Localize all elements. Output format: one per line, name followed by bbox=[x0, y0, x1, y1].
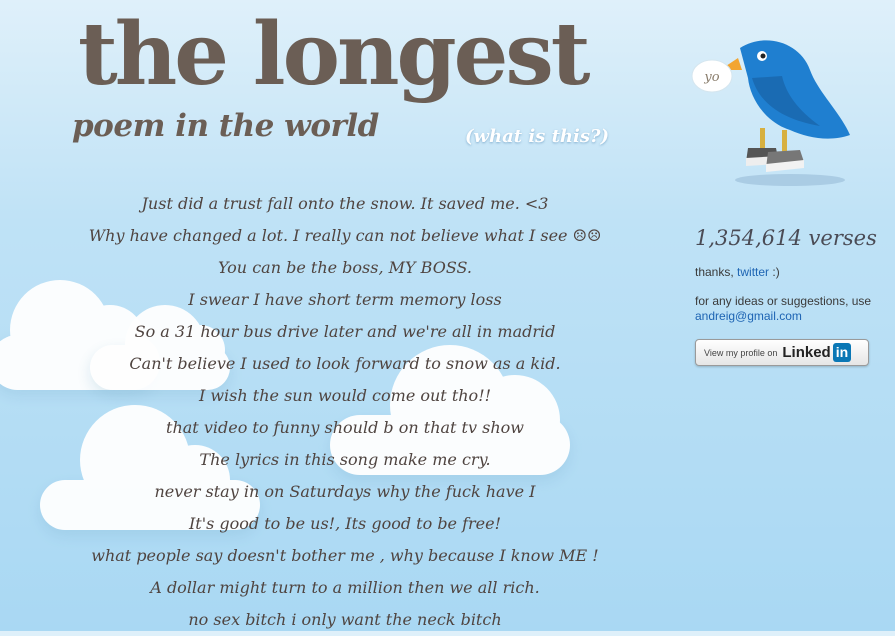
thanks-prefix: thanks, bbox=[695, 265, 734, 279]
verse-count: 1,354,614 verses bbox=[695, 226, 877, 250]
poem-verse: Just did a trust fall onto the snow. It … bbox=[141, 194, 549, 213]
poem-verse: It's good to be us!, Its good to be free… bbox=[188, 514, 502, 533]
poem-verse-list: Just did a trust fall onto the snow. It … bbox=[0, 188, 690, 636]
poem-verse: Why have changed a lot. I really can not… bbox=[88, 226, 602, 245]
poem-verse: You can be the boss, MY BOSS. bbox=[218, 258, 472, 277]
thanks-suffix: :) bbox=[772, 265, 780, 279]
contact-note: for any ideas or suggestions, use andrei… bbox=[695, 294, 880, 324]
poem-verse: So a 31 hour bus drive later and we're a… bbox=[134, 322, 556, 341]
poem-verse: no sex bitch i only want the neck bitch bbox=[188, 610, 502, 629]
twitter-bird-icon: yo bbox=[691, 40, 850, 186]
linkedin-logo-icon: Linked bbox=[782, 344, 831, 361]
poem-verse: A dollar might turn to a million then we… bbox=[150, 578, 540, 597]
poem-verse: that video to funny should b on that tv … bbox=[166, 418, 524, 437]
page-title: the longest bbox=[78, 4, 590, 105]
poem-verse: I wish the sun would come out tho!! bbox=[198, 386, 492, 405]
poem-verse: I swear I have short term memory loss bbox=[188, 290, 502, 309]
bird-speech-text: yo bbox=[703, 70, 719, 85]
linkedin-in-badge: in bbox=[832, 343, 852, 362]
poem-verse: Can't believe I used to look forward to … bbox=[129, 354, 561, 373]
poem-verse: what people say doesn't bother me , why … bbox=[91, 546, 599, 565]
poem-verse: never stay in on Saturdays why the fuck … bbox=[154, 482, 536, 501]
email-link[interactable]: andreig@gmail.com bbox=[695, 309, 802, 323]
poem-verse: The lyrics in this song make me cry. bbox=[199, 450, 491, 469]
thanks-line: thanks, twitter :) bbox=[695, 265, 780, 279]
ideas-text: for any ideas or suggestions, use bbox=[695, 294, 872, 308]
linkedin-small-text: View my profile on bbox=[704, 347, 778, 358]
twitter-link[interactable]: twitter bbox=[737, 265, 769, 279]
what-is-this-link[interactable]: (what is this?) bbox=[465, 126, 609, 147]
page-subtitle: poem in the world bbox=[72, 108, 379, 144]
linkedin-profile-button[interactable]: View my profile on Linked in bbox=[695, 339, 869, 366]
